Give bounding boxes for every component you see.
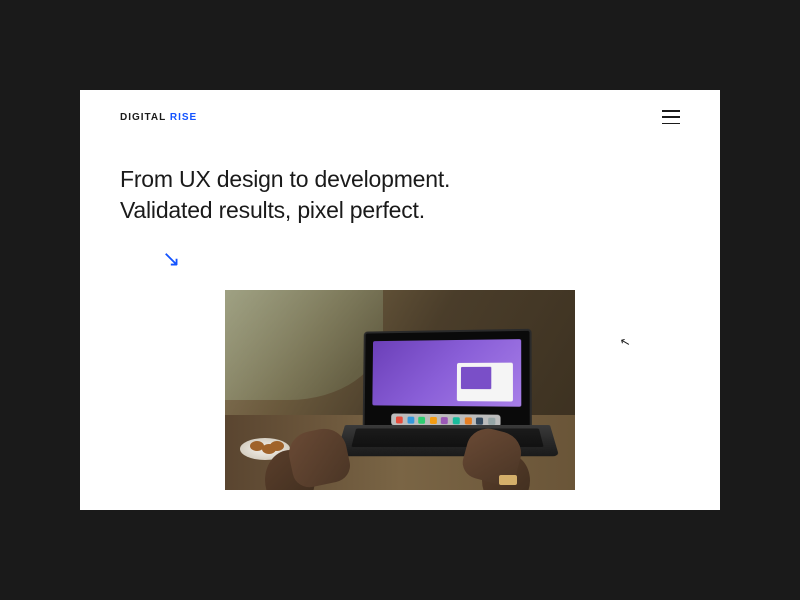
- logo[interactable]: DIGITAL RISE: [120, 112, 197, 123]
- cursor-icon: ↖: [618, 334, 631, 350]
- hero-headline: From UX design to development. Validated…: [80, 124, 720, 226]
- arrow-down-right-icon: ↘: [80, 226, 720, 270]
- landing-page: DIGITAL RISE From UX design to developme…: [80, 90, 720, 510]
- hero-image: [225, 290, 575, 490]
- hero-illustration: [225, 290, 575, 490]
- logo-text-accent: RISE: [170, 112, 197, 123]
- hero-line-1: From UX design to development.: [120, 164, 680, 195]
- logo-text-dark: DIGITAL: [120, 112, 166, 123]
- header: DIGITAL RISE: [80, 90, 720, 124]
- hamburger-menu-icon[interactable]: [662, 110, 680, 124]
- hero-line-2: Validated results, pixel perfect.: [120, 195, 680, 226]
